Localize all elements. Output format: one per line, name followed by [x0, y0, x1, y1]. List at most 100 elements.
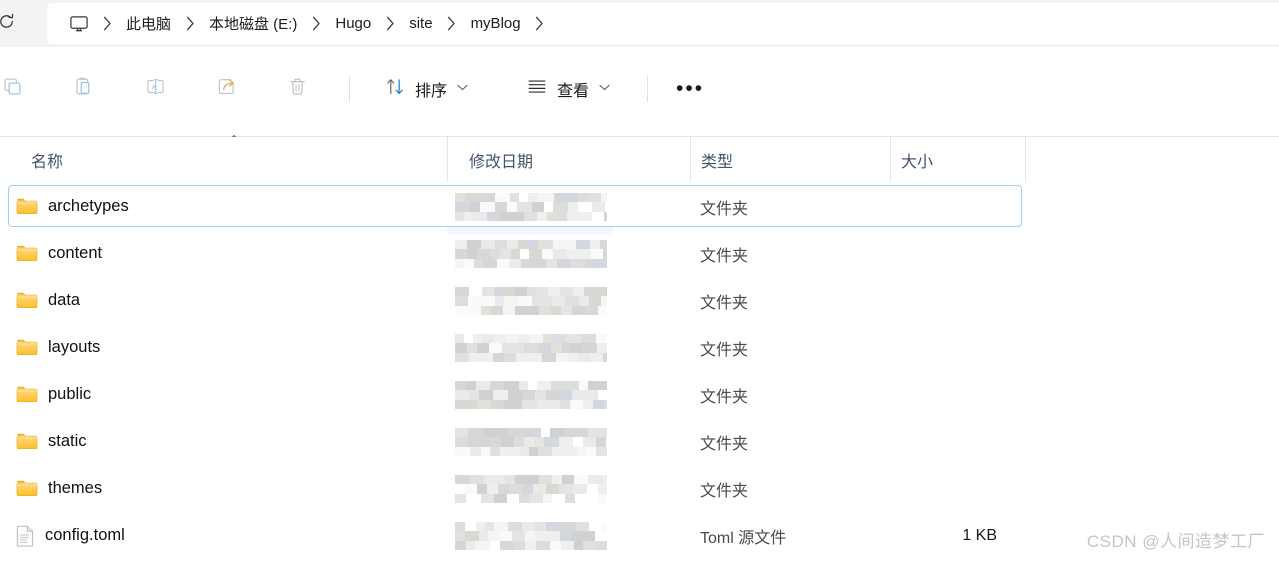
file-type-label: 文件夹: [700, 435, 749, 453]
table-row[interactable]: content 文件夹: [0, 230, 1279, 277]
delete-icon: [287, 76, 308, 102]
redacted-date-blur: [455, 427, 607, 456]
breadcrumb-hugo[interactable]: Hugo: [333, 13, 373, 34]
table-row[interactable]: themes 文件夹: [0, 465, 1279, 512]
table-row[interactable]: archetypes 文件夹: [0, 183, 1279, 235]
breadcrumb-local-disk-e[interactable]: 本地磁盘 (E:): [207, 11, 299, 36]
file-type-label: 文件夹: [700, 294, 749, 312]
toolbar-divider-2: [647, 75, 649, 102]
copy-button[interactable]: [0, 69, 32, 109]
delete-button[interactable]: [277, 69, 317, 109]
file-name-label: content: [48, 244, 103, 262]
cell-type: 文件夹: [690, 230, 890, 277]
address-strip: 此电脑 本地磁盘 (E:) Hugo site myBlog: [0, 0, 1279, 47]
column-header-date-modified[interactable]: 修改日期: [447, 137, 690, 182]
view-button[interactable]: 查看: [515, 71, 621, 107]
cell-type: 文件夹: [690, 277, 890, 324]
rename-icon: A: [145, 76, 166, 102]
cell-date-modified: [447, 230, 690, 277]
more-options-button[interactable]: •••: [670, 69, 710, 109]
address-bar[interactable]: 此电脑 本地磁盘 (E:) Hugo site myBlog: [47, 3, 1279, 44]
cell-name[interactable]: static: [0, 418, 447, 465]
rename-button[interactable]: A: [135, 69, 175, 109]
chevron-down-icon: [599, 84, 610, 93]
cell-date-modified: [447, 371, 690, 418]
redacted-date-blur: [455, 333, 607, 362]
file-icon: [16, 525, 35, 547]
refresh-icon: [0, 12, 16, 36]
table-row[interactable]: data 文件夹: [0, 277, 1279, 324]
column-header-row: 名称 修改日期 类型 大小: [0, 137, 1279, 182]
redacted-date-blur: [455, 286, 607, 315]
sort-button[interactable]: 排序: [374, 71, 479, 107]
cell-name[interactable]: archetypes: [0, 183, 447, 230]
share-icon: [216, 76, 237, 102]
file-type-label: Toml 源文件: [700, 529, 787, 547]
view-label: 查看: [557, 82, 590, 100]
cell-date-modified: [447, 324, 690, 371]
folder-icon: [16, 197, 38, 216]
cell-size: [890, 277, 1025, 324]
cell-type: Toml 源文件: [690, 512, 890, 559]
copy-icon: [2, 76, 23, 102]
this-pc-monitor-icon[interactable]: [68, 13, 90, 35]
cell-name[interactable]: layouts: [0, 324, 447, 371]
redacted-date-blur: [455, 239, 607, 268]
folder-icon: [16, 432, 38, 451]
cell-date-modified: [447, 465, 690, 512]
redacted-date-blur: [455, 192, 607, 221]
file-name-label: data: [48, 291, 81, 309]
view-list-icon: [526, 75, 548, 102]
column-header-size[interactable]: 大小: [890, 137, 1025, 182]
breadcrumb-separator: [299, 16, 333, 31]
cell-name[interactable]: themes: [0, 465, 447, 512]
paste-icon: [73, 76, 94, 102]
chevron-down-icon: [457, 84, 468, 93]
cell-date-modified: [447, 512, 690, 559]
cell-size: [890, 465, 1025, 512]
cell-type: 文件夹: [690, 371, 890, 418]
cell-name[interactable]: data: [0, 277, 447, 324]
file-name-label: layouts: [48, 338, 101, 356]
breadcrumb-separator: [373, 16, 407, 31]
table-row[interactable]: static 文件夹: [0, 418, 1279, 465]
file-type-label: 文件夹: [700, 341, 749, 359]
breadcrumb-myblog[interactable]: myBlog: [469, 13, 523, 34]
column-header-name-label: 名称: [31, 153, 64, 171]
breadcrumb-separator: [435, 16, 469, 31]
cell-type: 文件夹: [690, 418, 890, 465]
table-row[interactable]: layouts 文件夹: [0, 324, 1279, 371]
folder-icon: [16, 291, 38, 310]
file-type-label: 文件夹: [700, 200, 749, 218]
refresh-button[interactable]: [0, 8, 28, 40]
cell-size: [890, 324, 1025, 371]
file-type-label: 文件夹: [700, 482, 749, 500]
share-button[interactable]: [206, 69, 246, 109]
column-header-size-label: 大小: [901, 153, 934, 171]
paste-button[interactable]: [63, 69, 103, 109]
breadcrumb-this-pc[interactable]: 此电脑: [124, 11, 173, 36]
column-header-type[interactable]: 类型: [690, 137, 890, 182]
cell-size: [890, 230, 1025, 277]
table-row[interactable]: public 文件夹: [0, 371, 1279, 418]
cell-type: 文件夹: [690, 324, 890, 371]
folder-icon: [16, 479, 38, 498]
sort-icon: [385, 76, 406, 102]
column-header-date-label: 修改日期: [469, 153, 534, 171]
breadcrumb-separator: [90, 16, 124, 31]
cell-name[interactable]: config.toml: [0, 512, 447, 559]
csdn-watermark: CSDN @人间造梦工厂: [1086, 532, 1265, 551]
cell-name[interactable]: public: [0, 371, 447, 418]
file-name-label: public: [48, 385, 92, 403]
cell-size: [890, 183, 1025, 230]
folder-icon: [16, 385, 38, 404]
breadcrumb-site[interactable]: site: [407, 13, 434, 34]
file-type-label: 文件夹: [700, 388, 749, 406]
column-header-empty: [1025, 137, 1279, 182]
cell-size: [890, 371, 1025, 418]
cell-name[interactable]: content: [0, 230, 447, 277]
cell-date-modified: [447, 183, 690, 230]
file-name-label: archetypes: [48, 197, 129, 215]
column-header-name[interactable]: 名称: [0, 137, 447, 182]
file-name-label: static: [48, 432, 87, 450]
